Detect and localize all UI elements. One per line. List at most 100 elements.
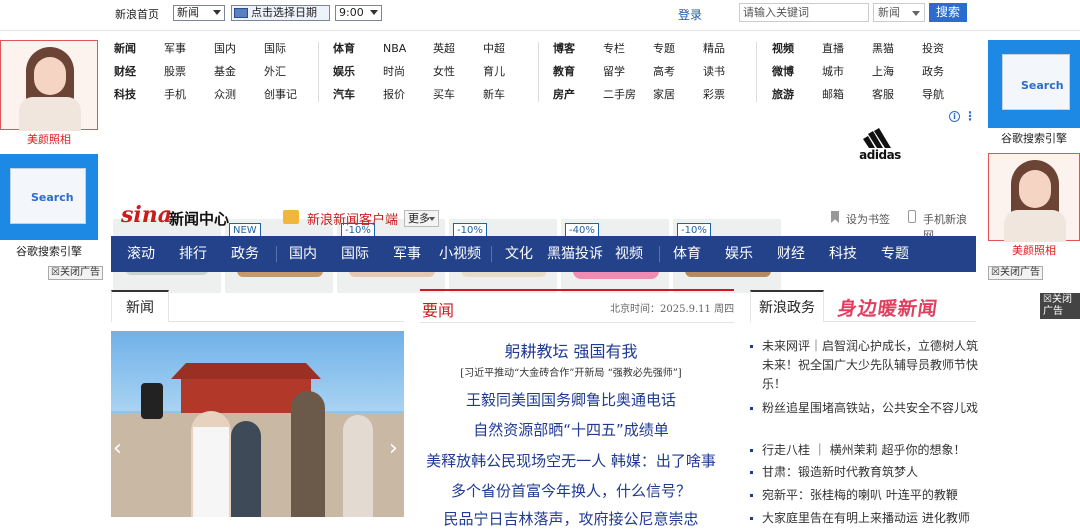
nav-link[interactable]: 国内 <box>214 37 264 60</box>
nav-link[interactable]: 家居 <box>653 83 703 106</box>
nav-link[interactable]: 黑猫 <box>872 37 922 60</box>
nav-link[interactable]: 创事记 <box>264 83 314 106</box>
gov-news-item[interactable]: 未来网评｜启智润心护成长，立德树人筑未来！祝全国广大少先队辅导员教师节快乐！ <box>750 337 980 394</box>
nav-link[interactable]: 导航 <box>922 83 972 106</box>
nav-link[interactable]: 时尚 <box>383 60 433 83</box>
nav-link[interactable]: 精品 <box>703 37 753 60</box>
gov-news-item[interactable]: 行走八桂 ｜ 横州茉莉 超乎你的想象！ <box>750 441 980 460</box>
adidas-ad-banner[interactable]: NEW -10% -10% -40% -10% adidas i ⋮ <box>111 108 977 293</box>
main-nav-item[interactable]: 专题 <box>881 236 909 272</box>
search-input[interactable]: 请输入关键词 <box>739 3 869 22</box>
headline-item[interactable]: 美释放韩公民现场空无一人 韩媒：出了啥事 <box>408 450 734 471</box>
left-ad-close-button[interactable]: ☒关闭广告 <box>48 266 103 280</box>
right-ad-beauty-camera[interactable]: 美颜照相 <box>988 153 1080 257</box>
nav-link[interactable]: 新闻 <box>114 37 164 60</box>
nav-link[interactable]: 上海 <box>872 60 922 83</box>
nav-link[interactable]: 专栏 <box>603 37 653 60</box>
main-nav-item[interactable]: 军事 <box>393 236 421 272</box>
headline-sub[interactable]: [习近平推动“大金砖合作”开新局 “强教必先强师”] <box>408 364 734 379</box>
nav-link[interactable]: 城市 <box>822 60 872 83</box>
headline-item[interactable]: 王毅同美国国务卿鲁比奥通电话 <box>408 389 734 410</box>
search-button[interactable]: 搜索 <box>929 3 967 22</box>
nav-link[interactable]: 博客 <box>553 37 603 60</box>
main-nav-item[interactable]: 娱乐 <box>725 236 753 272</box>
nav-link[interactable]: 邮箱 <box>822 83 872 106</box>
main-nav-item[interactable]: 黑猫投诉 <box>547 236 603 272</box>
nav-link[interactable]: 中超 <box>483 37 533 60</box>
headline-item[interactable]: 多个省份首富今年换人，什么信号？ <box>408 480 734 501</box>
main-nav-item[interactable]: 排行 <box>179 236 207 272</box>
nav-link[interactable]: 手机 <box>164 83 214 106</box>
nav-link[interactable]: 微博 <box>772 60 822 83</box>
floating-ad-close-button[interactable]: ☒关闭广告 <box>1040 293 1080 319</box>
bookmark-link[interactable]: 设为书签 <box>846 211 890 227</box>
main-nav-item[interactable]: 科技 <box>829 236 857 272</box>
nav-link[interactable]: 育儿 <box>483 60 533 83</box>
date-picker[interactable]: 点击选择日期 <box>231 5 330 21</box>
nav-link[interactable]: 报价 <box>383 83 433 106</box>
nav-link[interactable]: 基金 <box>214 60 264 83</box>
nav-link[interactable]: 财经 <box>114 60 164 83</box>
nav-link[interactable]: 英超 <box>433 37 483 60</box>
nav-link[interactable]: 专题 <box>653 37 703 60</box>
nav-link[interactable]: 众测 <box>214 83 264 106</box>
nav-link[interactable]: 直播 <box>822 37 872 60</box>
nav-link[interactable]: 股票 <box>164 60 214 83</box>
main-nav-item[interactable]: 文化 <box>505 236 533 272</box>
main-nav-item[interactable]: 体育 <box>673 236 701 272</box>
gov-news-item[interactable]: 大家庭里告在有明上来播动运 进化教师 <box>750 509 980 528</box>
nav-link[interactable]: 投资 <box>922 37 972 60</box>
nav-link[interactable]: 高考 <box>653 60 703 83</box>
nav-link[interactable]: 视频 <box>772 37 822 60</box>
main-nav-item[interactable]: 国内 <box>289 236 317 272</box>
sina-home-link[interactable]: 新浪首页 <box>115 6 159 22</box>
gov-news-item[interactable]: 甘肃：锻造新时代教育筑梦人 <box>750 463 980 482</box>
gov-news-item[interactable]: 粉丝追星围堵高铁站，公共安全不容儿戏 <box>750 399 980 418</box>
carousel-prev-icon[interactable]: ‹ <box>113 436 122 461</box>
nav-link[interactable]: 国际 <box>264 37 314 60</box>
right-ad-close-button[interactable]: ☒关闭广告 <box>988 266 1043 280</box>
ad-more-icon[interactable]: ⋮ <box>964 109 976 123</box>
headline-item[interactable]: 民品宁日吉林落声，攻府接公尼意崇忠 <box>408 508 734 529</box>
left-ad-google-search[interactable]: Search 谷歌搜索引擎 <box>0 154 98 259</box>
left-ad-beauty-camera[interactable]: 美颜照相 <box>0 40 98 146</box>
nav-link[interactable]: 留学 <box>603 60 653 83</box>
nav-link[interactable]: 新车 <box>483 83 533 106</box>
main-nav-item[interactable]: 小视频 <box>439 236 481 272</box>
nav-link[interactable]: 读书 <box>703 60 753 83</box>
nav-link[interactable]: 旅游 <box>772 83 822 106</box>
warm-news-banner[interactable]: 身边暖新闻 <box>836 294 940 321</box>
tab-sina-gov[interactable]: 新浪政务 <box>750 290 824 322</box>
nav-link[interactable]: 客服 <box>872 83 922 106</box>
tab-news[interactable]: 新闻 <box>111 290 169 322</box>
nav-link[interactable]: 女性 <box>433 60 483 83</box>
nav-link[interactable]: 科技 <box>114 83 164 106</box>
main-nav-item[interactable]: 视频 <box>615 236 643 272</box>
nav-link[interactable]: 政务 <box>922 60 972 83</box>
search-scope-select[interactable]: 新闻 <box>873 3 925 22</box>
login-link[interactable]: 登录 <box>678 6 702 23</box>
headline-top[interactable]: 躬耕教坛 强国有我 <box>408 338 734 362</box>
headline-item[interactable]: 自然资源部晒“十四五”成绩单 <box>408 419 734 440</box>
main-nav-item[interactable]: 财经 <box>777 236 805 272</box>
nav-link[interactable]: 汽车 <box>333 83 383 106</box>
gov-news-item[interactable]: 宛新平：张桂梅的喇叭 叶连平的教鞭 <box>750 486 980 505</box>
nav-link[interactable]: 教育 <box>553 60 603 83</box>
nav-link[interactable]: 彩票 <box>703 83 753 106</box>
nav-link[interactable]: 军事 <box>164 37 214 60</box>
nav-link[interactable]: 体育 <box>333 37 383 60</box>
nav-link[interactable]: 外汇 <box>264 60 314 83</box>
nav-link[interactable]: 娱乐 <box>333 60 383 83</box>
more-dropdown[interactable]: 更多 <box>404 210 439 227</box>
main-nav-item[interactable]: 政务 <box>231 236 259 272</box>
nav-link[interactable]: 二手房 <box>603 83 653 106</box>
right-ad-google-search[interactable]: Search 谷歌搜索引擎 <box>988 40 1080 145</box>
nav-link[interactable]: 房产 <box>553 83 603 106</box>
news-photo[interactable]: ‹ › <box>111 331 404 517</box>
carousel-next-icon[interactable]: › <box>389 436 398 461</box>
nav-link[interactable]: NBA <box>383 37 433 60</box>
time-select[interactable]: 9:00 <box>335 5 382 21</box>
sina-logo[interactable]: sina <box>121 202 172 228</box>
ad-info-icon[interactable]: i <box>949 111 960 122</box>
nav-link[interactable]: 买车 <box>433 83 483 106</box>
